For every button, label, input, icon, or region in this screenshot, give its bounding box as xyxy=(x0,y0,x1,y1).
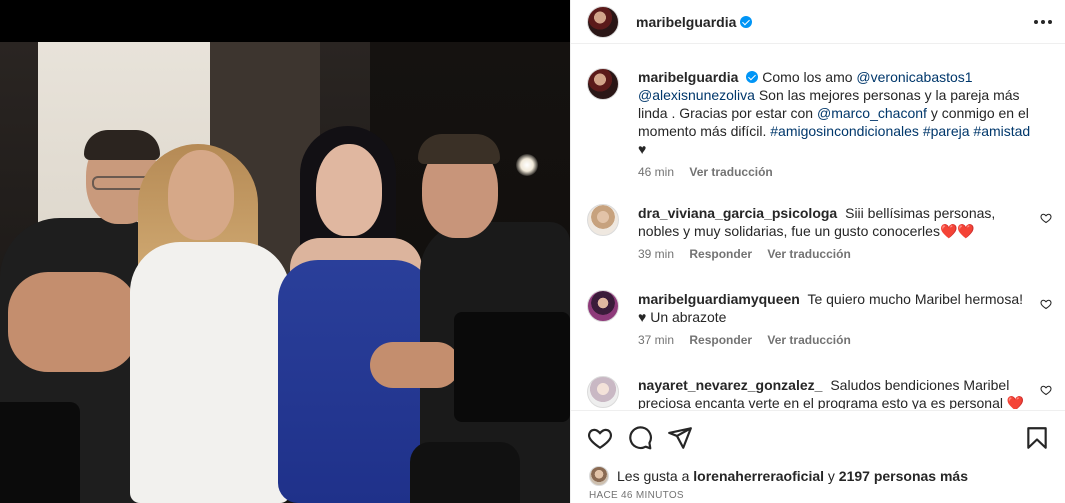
caption-content: maribelguardia Como los amo @veronicabas… xyxy=(638,68,1033,180)
bookmark-icon[interactable] xyxy=(1024,425,1050,451)
liker-avatar[interactable] xyxy=(589,466,609,486)
caption-avatar[interactable] xyxy=(587,68,619,100)
person-4-hair xyxy=(418,134,500,164)
hashtag-link[interactable]: #pareja xyxy=(923,123,970,139)
caption-text: Como los amo xyxy=(762,69,853,85)
verified-badge-icon xyxy=(746,71,759,83)
post-side-panel: maribelguardia maribelguardia Como los a… xyxy=(570,0,1065,503)
likes-joiner: y xyxy=(827,468,835,484)
mention-link[interactable]: @alexisnunezoliva xyxy=(638,87,755,103)
caption-text: ♥ xyxy=(638,141,647,157)
commenter-avatar[interactable] xyxy=(587,204,619,236)
camera-equipment-left xyxy=(0,402,80,503)
comment-like-heart-icon[interactable] xyxy=(1040,298,1052,310)
comment-like-heart-icon[interactable] xyxy=(1040,212,1052,224)
commenter-username[interactable]: nayaret_nevarez_gonzalez_ xyxy=(638,377,822,393)
likes-prefix: Les gusta a xyxy=(617,468,690,484)
likes-summary[interactable]: Les gusta a lorenaherreraoficial y 2197 … xyxy=(589,466,968,486)
paper-plane-icon[interactable] xyxy=(667,425,693,451)
comment-meta: 39 min Responder Ver traducción xyxy=(638,246,1033,262)
author-username[interactable]: maribelguardia xyxy=(636,14,736,30)
verified-badge-icon xyxy=(740,15,753,28)
comment-content: dra_viviana_garcia_psicologa Siii bellís… xyxy=(638,204,1033,262)
commenter-avatar[interactable] xyxy=(587,376,619,408)
post-photo xyxy=(0,42,570,503)
post-header: maribelguardia xyxy=(571,0,1065,44)
comment-time: 37 min xyxy=(638,333,675,347)
translate-button[interactable]: Ver traducción xyxy=(767,247,850,261)
comment-content: maribelguardiamyqueen Te quiero mucho Ma… xyxy=(638,290,1033,348)
comment-time: 39 min xyxy=(638,247,675,261)
comments-list[interactable]: maribelguardia Como los amo @veronicabas… xyxy=(571,44,1065,409)
mention-link[interactable]: @veronicabastos1 xyxy=(856,69,972,85)
comment-content: nayaret_nevarez_gonzalez_ Saludos bendic… xyxy=(638,376,1033,409)
commenter-username[interactable]: maribelguardiamyqueen xyxy=(638,291,800,307)
liker-username[interactable]: lorenaherreraoficial xyxy=(693,468,824,484)
photo-lamp xyxy=(516,154,538,176)
person-4-arm xyxy=(370,342,460,388)
more-options-icon[interactable] xyxy=(1034,20,1052,24)
post-action-bar xyxy=(571,410,1065,462)
hashtag-link[interactable]: #amistad xyxy=(973,123,1030,139)
comment-like-heart-icon[interactable] xyxy=(1040,384,1052,396)
translate-button[interactable]: Ver traducción xyxy=(767,333,850,347)
caption-username[interactable]: maribelguardia xyxy=(638,69,738,85)
translate-button[interactable]: Ver traducción xyxy=(689,165,772,179)
person-2-head xyxy=(168,150,234,240)
reply-button[interactable]: Responder xyxy=(689,333,752,347)
camera-equipment-right xyxy=(454,312,570,422)
camera-equipment-bottom xyxy=(410,442,520,503)
likes-count[interactable]: 2197 personas más xyxy=(839,468,968,484)
person-1-arm xyxy=(8,272,138,372)
comment-bubble-icon[interactable] xyxy=(627,425,653,451)
caption-meta: 46 min Ver traducción xyxy=(638,164,1033,180)
comment-meta: 37 min Responder Ver traducción xyxy=(638,332,1033,348)
heart-icon[interactable] xyxy=(587,425,613,451)
mention-link[interactable]: @marco_chaconf xyxy=(817,105,927,121)
person-1-hair xyxy=(84,130,160,160)
commenter-avatar[interactable] xyxy=(587,290,619,322)
reply-button[interactable]: Responder xyxy=(689,247,752,261)
hashtag-link[interactable]: #amigosincondicionales xyxy=(770,123,919,139)
person-3-head xyxy=(316,144,382,236)
author-avatar[interactable] xyxy=(587,5,619,38)
post-timestamp[interactable]: HACE 46 MINUTOS xyxy=(589,490,684,501)
person-2-white-dress xyxy=(130,242,290,503)
commenter-username[interactable]: dra_viviana_garcia_psicologa xyxy=(638,205,837,221)
caption-time: 46 min xyxy=(638,165,675,179)
post-media[interactable] xyxy=(0,0,570,503)
